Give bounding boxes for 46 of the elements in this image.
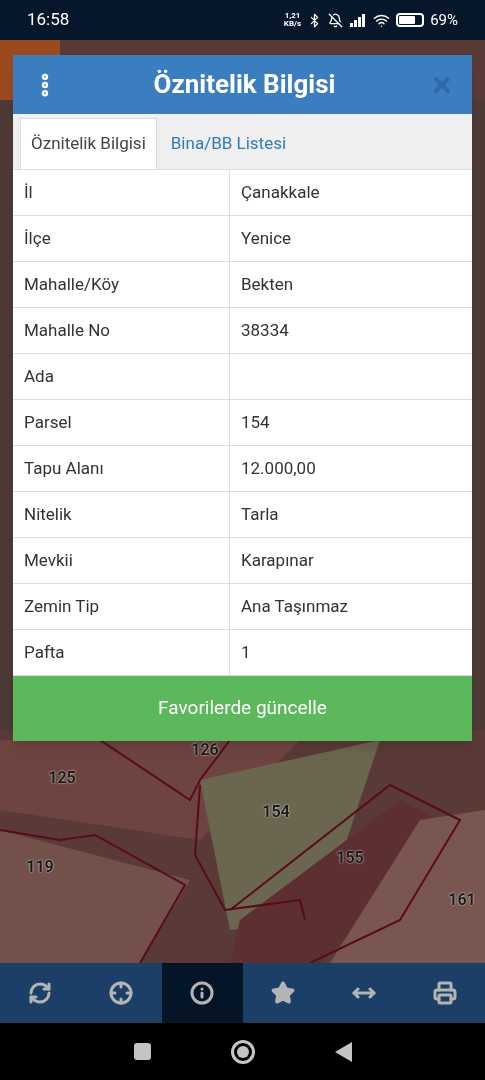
- field-name-cell: Tapu Alanı: [13, 446, 230, 491]
- info-icon: [190, 981, 215, 1005]
- field-name-cell: Ada: [13, 354, 230, 399]
- field-value-cell-text: 38334: [240, 318, 290, 342]
- field-name-cell: İlçe: [13, 216, 230, 261]
- field-value-cell-text: Bekten: [240, 272, 295, 296]
- home-button[interactable]: [230, 1039, 255, 1064]
- parcel-number: 155: [336, 847, 364, 869]
- field-name-cell: Pafta: [13, 630, 230, 675]
- update-favorites-button[interactable]: Favorilerde güncelle: [13, 676, 472, 741]
- parcel-number: 126: [191, 739, 219, 761]
- parcel-number: 119: [26, 856, 54, 878]
- field-name-cell: Zemin Tip: [13, 584, 230, 629]
- field-name-cell: İl: [13, 170, 230, 215]
- star-icon: [270, 981, 295, 1005]
- field-name-cell: Mahalle/Köy: [13, 262, 230, 307]
- battery-percent: 69%: [430, 9, 458, 31]
- clock: 16:58: [27, 8, 70, 32]
- signal-icon: [349, 13, 368, 27]
- field-value-cell-text: Ana Taşınmaz: [240, 594, 350, 618]
- parcel-number: 154: [262, 801, 290, 823]
- network-speed: 1,21 KB/s: [283, 12, 302, 28]
- field-name-cell: Parsel: [13, 400, 230, 445]
- toolbar-button[interactable]: [161, 963, 243, 1023]
- field-value-cell-text: Yenice: [240, 226, 293, 250]
- field-value-cell-text: Tarla: [240, 502, 280, 526]
- field-name-cell: Mahalle No: [13, 308, 230, 353]
- field-name-cell: Mevkii: [13, 538, 230, 583]
- parcel-number: 125: [48, 767, 76, 789]
- muted-bell-icon: [328, 12, 344, 28]
- tab[interactable]: Öznitelik Bilgisi: [20, 118, 157, 169]
- crosshair-icon: [109, 981, 134, 1005]
- field-value-cell-text: Çanakkale: [240, 180, 321, 204]
- refresh-icon: [28, 981, 53, 1005]
- dialog-title: Öznitelik Bilgisi: [152, 68, 337, 101]
- battery-icon: [396, 13, 425, 27]
- back-button[interactable]: [334, 1041, 352, 1062]
- field-value-cell-text: Karapınar: [240, 548, 315, 572]
- field-value-cell-text: 12.000,00: [240, 456, 317, 480]
- parcel-number: 161: [448, 889, 476, 911]
- recent-apps-button[interactable]: [133, 1043, 151, 1060]
- field-value-cell-text: 1: [240, 640, 252, 664]
- field-name-cell: Nitelik: [13, 492, 230, 537]
- field-value-cell-text: 154: [240, 410, 271, 434]
- tab[interactable]: Bina/BB Listesi: [156, 118, 301, 169]
- printer-icon: [432, 981, 457, 1005]
